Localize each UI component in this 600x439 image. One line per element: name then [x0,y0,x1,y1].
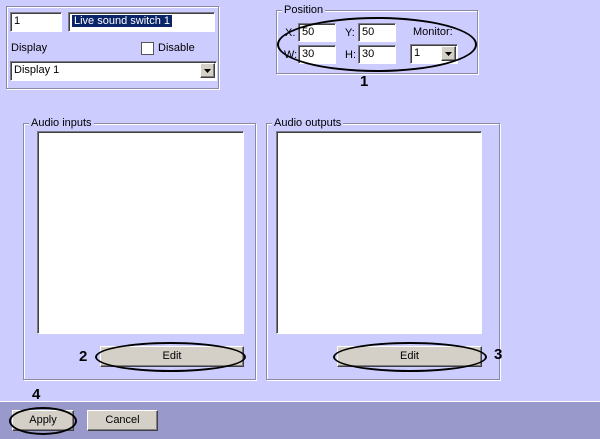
position-legend: Position [282,4,326,16]
cancel-label: Cancel [105,414,140,426]
chevron-down-icon[interactable] [200,63,215,78]
disable-checkbox[interactable] [141,42,154,55]
audio-outputs-legend: Audio outputs [272,117,344,129]
object-name-text: Live sound switch 1 [72,15,172,27]
callout-number-4: 4 [32,386,41,403]
audio-outputs-list[interactable] [276,131,482,334]
callout-number-1: 1 [360,73,369,90]
object-name-field[interactable]: Live sound switch 1 [68,12,215,32]
disable-label: Disable [158,42,195,54]
audio-inputs-list[interactable] [37,131,244,334]
display-label: Display [11,42,48,54]
callout-oval-inputs-edit [95,342,246,372]
display-select-value: Display 1 [14,64,60,76]
callout-number-3: 3 [494,346,503,363]
cancel-button[interactable]: Cancel [87,410,158,431]
audio-inputs-legend: Audio inputs [29,117,94,129]
callout-oval-position [277,17,477,72]
display-select[interactable]: Display 1 [10,61,217,81]
callout-oval-outputs-edit [333,342,487,372]
callout-oval-apply [9,407,77,435]
object-id-field[interactable]: 1 [10,12,62,32]
callout-number-2: 2 [79,348,88,365]
